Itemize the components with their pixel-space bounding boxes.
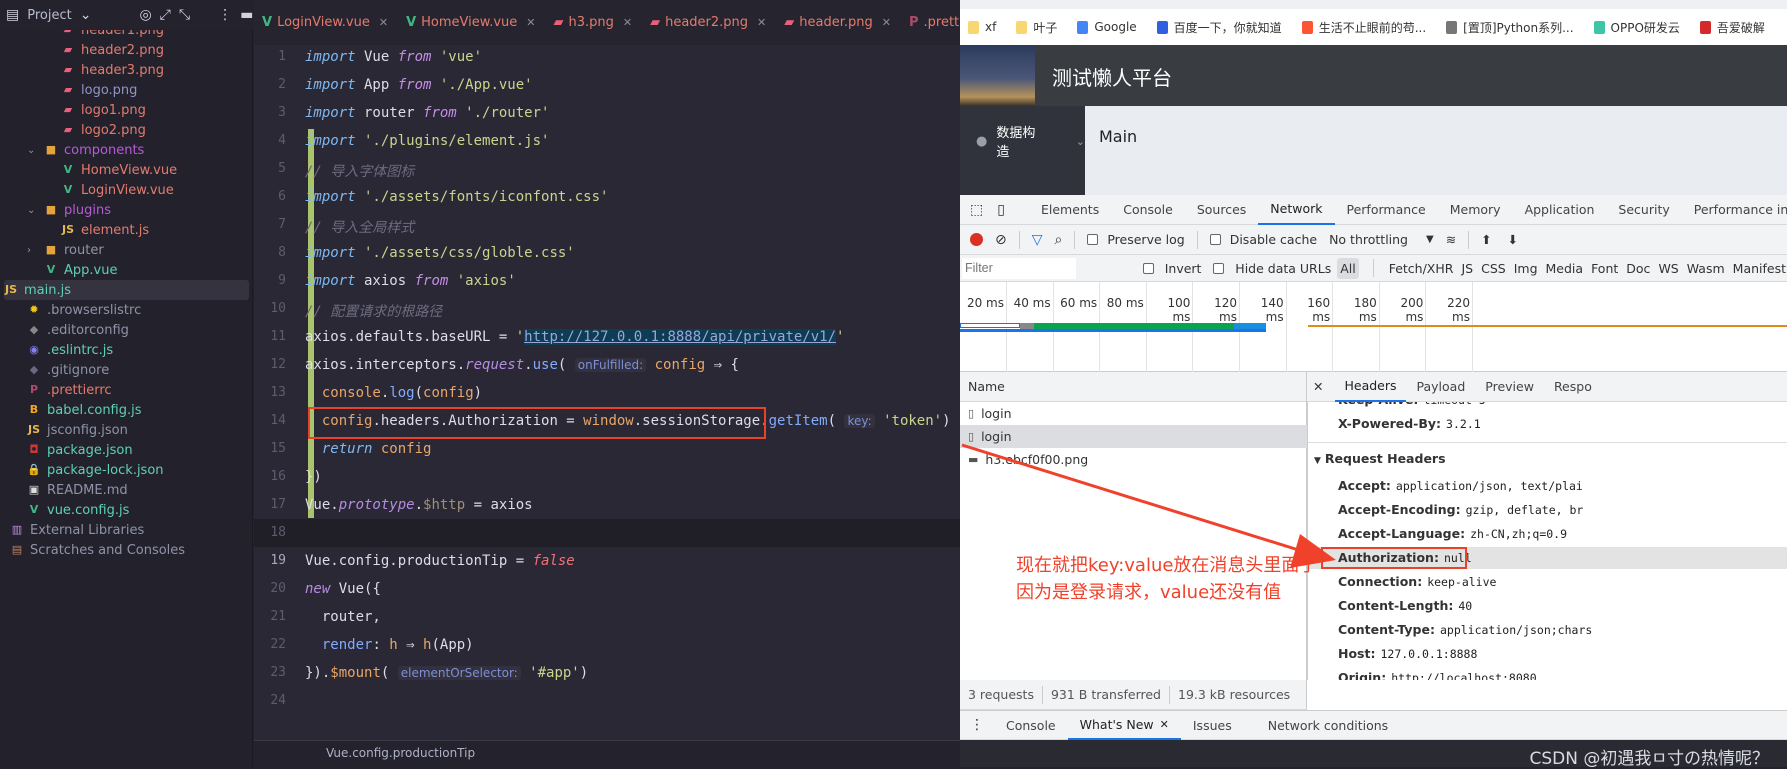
annotation-text: 现在就把key:value放在消息头里面了 因为是登录请求，value还没有值	[1016, 552, 1317, 606]
arrow-shaft	[961, 443, 1306, 554]
highlight-box-authorization	[1321, 547, 1467, 569]
annotation-line-1: 现在就把key:value放在消息头里面了	[1016, 555, 1318, 576]
annotation-arrow	[961, 443, 1336, 568]
annotation-line-2: 因为是登录请求，value还没有值	[1016, 582, 1282, 603]
